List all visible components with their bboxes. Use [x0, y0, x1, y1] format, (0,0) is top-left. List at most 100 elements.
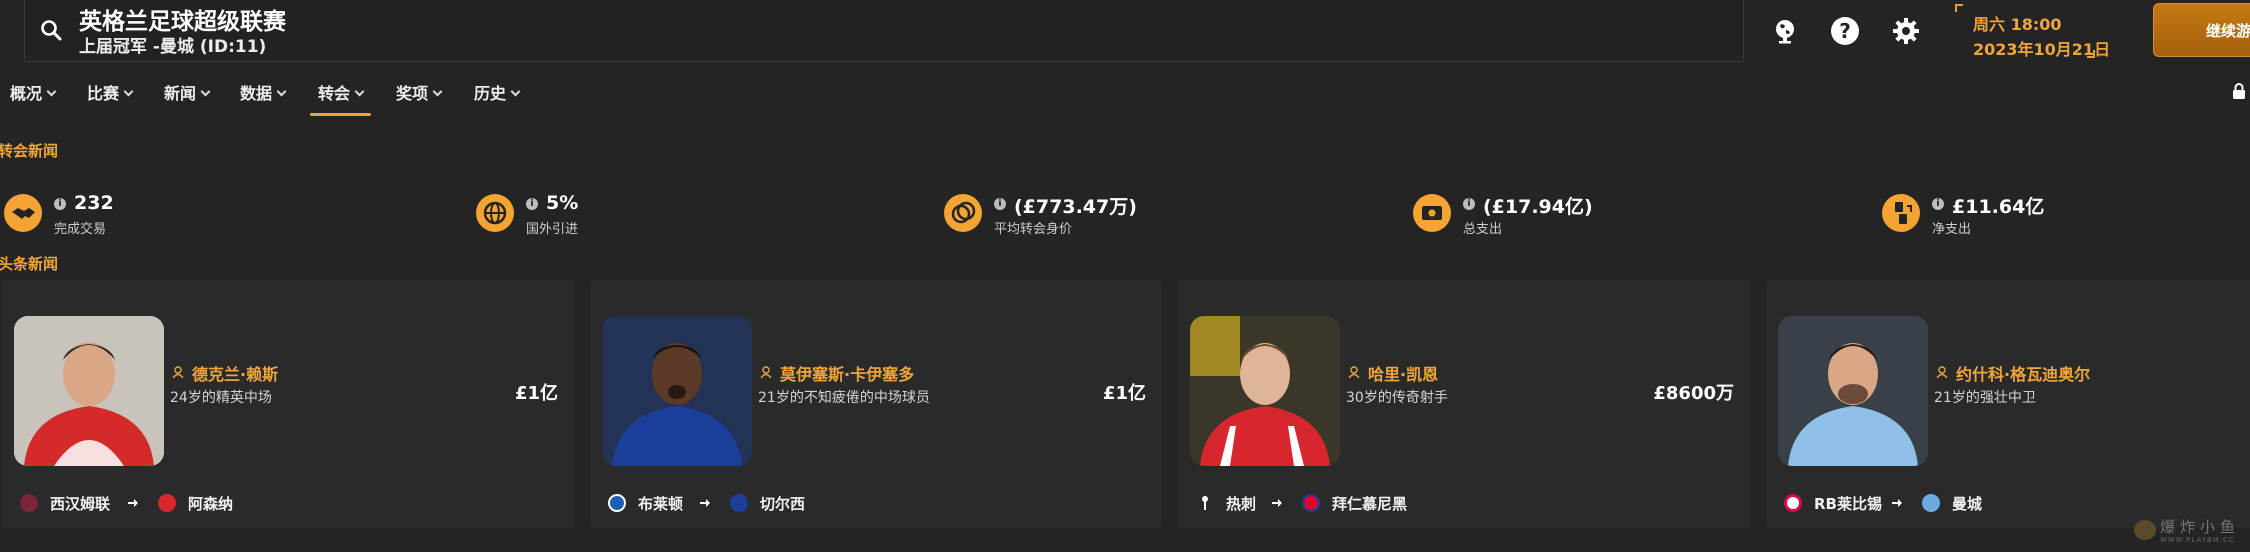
info-icon[interactable]: i [526, 198, 538, 210]
from-club[interactable]: RB莱比锡 [1814, 493, 1882, 514]
player-description: 21岁的不知疲倦的中场球员 [758, 390, 930, 406]
tab-matches[interactable]: 比赛 [87, 80, 134, 110]
transfer-news-heading: 转会新闻 [0, 142, 59, 160]
person-icon [172, 366, 184, 378]
info-icon[interactable]: i [1932, 198, 1944, 210]
headline-card[interactable]: 德克兰·赖斯 24岁的精英中场 £1亿 西汉姆联 阿森纳 [2, 280, 574, 528]
club-badge-icon [1922, 494, 1940, 512]
headline-news-heading: 头条新闻 [0, 255, 59, 273]
to-club[interactable]: 拜仁慕尼黑 [1332, 493, 1407, 514]
player-name[interactable]: 德克兰·赖斯 [192, 361, 278, 385]
club-badge-icon [730, 494, 748, 512]
lock-icon[interactable] [2232, 83, 2246, 99]
to-club[interactable]: 阿森纳 [188, 493, 233, 514]
tab-label: 新闻 [164, 84, 197, 103]
stat-label: 平均转会身价 [994, 222, 1073, 237]
stat-value: (£17.94亿) [1483, 196, 1593, 218]
tab-transfers[interactable]: 转会 [309, 80, 372, 116]
club-badge-icon [1202, 496, 1208, 510]
continue-button[interactable]: 继续游戏 [2153, 3, 2250, 57]
player-photo [14, 316, 164, 466]
player-name[interactable]: 哈里·凯恩 [1368, 361, 1438, 385]
tab-awards[interactable]: 奖项 [396, 80, 443, 110]
tab-stats[interactable]: 数据 [240, 80, 287, 110]
tab-news[interactable]: 新闻 [164, 80, 211, 110]
info-icon[interactable]: i [54, 198, 66, 210]
chevron-down-icon [123, 86, 134, 97]
arrow-right-icon [128, 499, 138, 507]
stat-value: £11.64亿 [1952, 196, 2045, 218]
player-description: 30岁的传奇射手 [1346, 390, 1448, 406]
transfer-clubs: 布莱顿 切尔西 [608, 492, 1128, 514]
player-description: 24岁的精英中场 [170, 390, 272, 406]
from-club[interactable]: 布莱顿 [638, 493, 683, 514]
date-display[interactable]: 周六 18:00 2023年10月21日 [1955, 4, 2110, 59]
transfer-clubs: RB莱比锡 曼城 [1784, 492, 2250, 514]
transfer-clubs: 热刺 拜仁慕尼黑 [1196, 492, 1716, 514]
date-calendar-day: 2023年10月21日 [1973, 40, 2111, 59]
player-photo [1190, 316, 1340, 466]
to-club[interactable]: 曼城 [1952, 493, 1982, 514]
player-photo [1778, 316, 1928, 466]
headline-card[interactable]: 哈里·凯恩 30岁的传奇射手 £8600万 热刺 拜仁慕尼黑 [1178, 280, 1750, 528]
person-icon [760, 366, 772, 378]
chevron-down-icon [276, 86, 287, 97]
club-badge-icon [20, 494, 38, 512]
money-flow-icon [1882, 194, 1920, 232]
tab-label: 比赛 [87, 84, 120, 103]
tab-label: 数据 [240, 84, 273, 103]
stat-value: 5% [546, 192, 579, 214]
from-club[interactable]: 西汉姆联 [50, 493, 110, 514]
person-icon [1936, 366, 1948, 378]
tab-history[interactable]: 历史 [474, 80, 521, 110]
gear-icon[interactable] [1892, 17, 1920, 45]
club-badge-icon [158, 494, 176, 512]
date-bracket [1955, 4, 1963, 12]
league-title: 英格兰足球超级联赛 [79, 9, 286, 35]
globe-settings-icon[interactable] [1772, 17, 1800, 45]
help-icon[interactable]: ? [1831, 17, 1859, 45]
tab-overview[interactable]: 概况 [10, 80, 57, 110]
stat-value: (£773.47万) [1014, 196, 1137, 218]
globe-icon [476, 194, 514, 232]
coins-icon [944, 194, 982, 232]
transfer-fee: £1亿 [1102, 383, 1146, 404]
tab-label: 历史 [474, 84, 507, 103]
headline-card[interactable]: 莫伊塞斯·卡伊塞多 21岁的不知疲倦的中场球员 £1亿 布莱顿 切尔西 [590, 280, 1162, 528]
arrow-right-icon [700, 499, 710, 507]
info-icon[interactable]: i [1463, 198, 1475, 210]
chevron-down-icon [46, 86, 57, 97]
player-description: 21岁的强壮中卫 [1934, 390, 2036, 406]
chevron-down-icon [510, 86, 521, 97]
chevron-down-icon [432, 86, 443, 97]
handshake-icon [4, 194, 42, 232]
watermark: 爆炸小鱼 WWW.PLAYBM.CC [2120, 516, 2235, 546]
search-icon[interactable] [39, 18, 63, 42]
from-club[interactable]: 热刺 [1226, 493, 1256, 514]
watermark-text: 爆炸小鱼 [2160, 518, 2241, 536]
league-subtitle: 上届冠军 -曼城 (ID:11) [79, 37, 267, 57]
tab-label: 转会 [318, 84, 351, 103]
chevron-down-icon [354, 86, 365, 97]
transfer-clubs: 西汉姆联 阿森纳 [20, 492, 540, 514]
tab-label: 概况 [10, 84, 43, 103]
league-search-box[interactable]: 英格兰足球超级联赛 上届冠军 -曼城 (ID:11) [24, 0, 1744, 62]
league-nav-tabs: 概况 比赛 新闻 数据 转会 奖项 历史 [0, 76, 2250, 116]
to-club[interactable]: 切尔西 [760, 493, 805, 514]
club-badge-icon [1302, 494, 1320, 512]
info-icon[interactable]: i [994, 198, 1006, 210]
tab-label: 奖项 [396, 84, 429, 103]
club-badge-icon [1784, 494, 1802, 512]
chevron-down-icon [200, 86, 211, 97]
person-icon [1348, 366, 1360, 378]
stat-label: 国外引进 [526, 222, 579, 237]
transfer-fee: £8600万 [1653, 383, 1734, 404]
transfer-fee: £1亿 [514, 383, 558, 404]
top-bar: 英格兰足球超级联赛 上届冠军 -曼城 (ID:11) ? 周六 18:00 20… [0, 0, 2250, 66]
date-weekday-time: 周六 18:00 [1973, 15, 2062, 34]
money-icon [1413, 194, 1451, 232]
player-name[interactable]: 约什科·格瓦迪奥尔 [1956, 361, 2090, 385]
stat-value: 232 [74, 192, 114, 214]
headline-card[interactable]: 约什科·格瓦迪奥尔 21岁的强壮中卫 RB莱比锡 曼城 [1766, 280, 2250, 528]
player-name[interactable]: 莫伊塞斯·卡伊塞多 [780, 361, 914, 385]
